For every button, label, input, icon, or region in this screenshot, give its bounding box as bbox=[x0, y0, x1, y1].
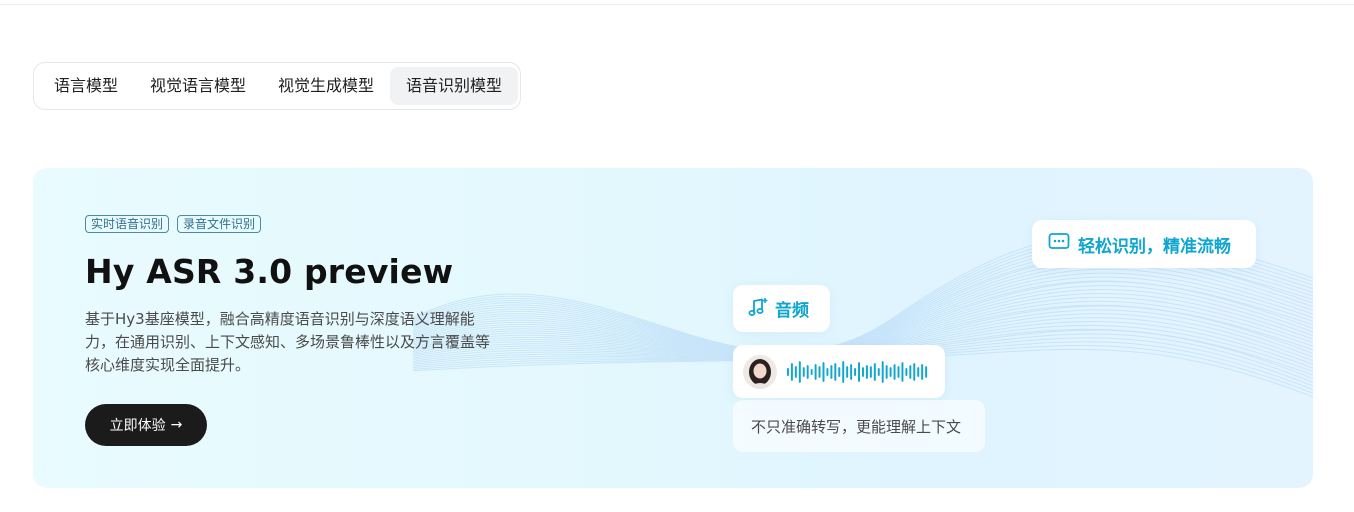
waveform-bar bbox=[810, 368, 813, 375]
waveform-bar bbox=[913, 362, 916, 381]
waveform-bar bbox=[905, 367, 908, 376]
waveform-bar bbox=[901, 361, 904, 382]
waveform-bar bbox=[865, 364, 868, 379]
arrow-right-icon: → bbox=[170, 417, 183, 433]
waveform-bar bbox=[814, 363, 817, 380]
waveform-bar bbox=[877, 367, 880, 376]
waveform-bar bbox=[846, 365, 849, 378]
waveform-bar bbox=[822, 361, 825, 382]
waveform-bar bbox=[850, 363, 853, 380]
try-now-button[interactable]: 立即体验 → bbox=[85, 404, 207, 446]
waveform-bar bbox=[806, 364, 809, 379]
caption-card: 不只准确转写，更能理解上下文 bbox=[733, 400, 985, 452]
voice-message-card bbox=[733, 345, 945, 398]
user-avatar bbox=[743, 354, 777, 389]
feature-easy-label: 轻松识别，精准流畅 bbox=[1078, 236, 1231, 257]
waveform-bar bbox=[921, 363, 924, 380]
waveform-bar bbox=[869, 365, 872, 378]
waveform-bar bbox=[826, 367, 829, 376]
tab-language-model[interactable]: 语言模型 bbox=[38, 67, 134, 105]
waveform-bar bbox=[925, 365, 928, 378]
feature-audio-label: 音频 bbox=[775, 301, 809, 321]
audio-waveform-icon bbox=[786, 360, 928, 383]
tab-vision-generation-model[interactable]: 视觉生成模型 bbox=[262, 67, 390, 105]
waveform-bar bbox=[893, 363, 896, 380]
hero-description: 基于Hy3基座模型，融合高精度语音识别与深度语义理解能力，在通用识别、上下文感知… bbox=[85, 310, 491, 374]
tab-speech-recognition-model[interactable]: 语音识别模型 bbox=[390, 67, 519, 105]
try-now-label: 立即体验 bbox=[109, 418, 166, 434]
model-category-tabs: 语言模型 视觉语言模型 视觉生成模型 语音识别模型 bbox=[33, 62, 521, 110]
waveform-bar bbox=[858, 361, 860, 382]
waveform-bar bbox=[873, 362, 876, 381]
waveform-bar bbox=[889, 366, 892, 377]
waveform-bar bbox=[861, 366, 864, 377]
waveform-bar bbox=[834, 362, 837, 381]
waveform-bar bbox=[786, 367, 789, 376]
tab-vision-language-model[interactable]: 视觉语言模型 bbox=[134, 67, 262, 105]
waveform-bar bbox=[798, 360, 801, 383]
hero-banner: 实时语音识别 录音文件识别 Hy ASR 3.0 preview 基于Hy3基座… bbox=[33, 168, 1313, 488]
waveform-bar bbox=[917, 366, 920, 377]
waveform-bar bbox=[885, 364, 888, 379]
feature-card-easy-recognition: 轻松识别，精准流畅 bbox=[1032, 220, 1256, 268]
waveform-bar bbox=[838, 366, 841, 377]
tag-realtime-asr[interactable]: 实时语音识别 bbox=[85, 215, 170, 233]
waveform-bar bbox=[818, 365, 821, 378]
waveform-bar bbox=[897, 365, 900, 378]
waveform-bar bbox=[842, 360, 845, 383]
waveform-bar bbox=[802, 366, 805, 377]
waveform-bar bbox=[830, 364, 833, 379]
top-divider bbox=[0, 4, 1354, 5]
waveform-bar bbox=[909, 364, 912, 379]
waveform-bar bbox=[881, 360, 884, 383]
waveform-bar bbox=[854, 367, 857, 376]
feature-card-audio: 音频 bbox=[733, 285, 830, 332]
music-note-plus-icon bbox=[747, 296, 769, 322]
tag-file-asr[interactable]: 录音文件识别 bbox=[177, 215, 262, 233]
caption-text: 不只准确转写，更能理解上下文 bbox=[751, 417, 962, 436]
waveform-bar bbox=[794, 365, 797, 378]
chat-dots-icon bbox=[1048, 232, 1070, 256]
hero-tags: 实时语音识别 录音文件识别 bbox=[85, 215, 262, 233]
waveform-bar bbox=[790, 362, 793, 381]
hero-title: Hy ASR 3.0 preview bbox=[85, 252, 454, 291]
